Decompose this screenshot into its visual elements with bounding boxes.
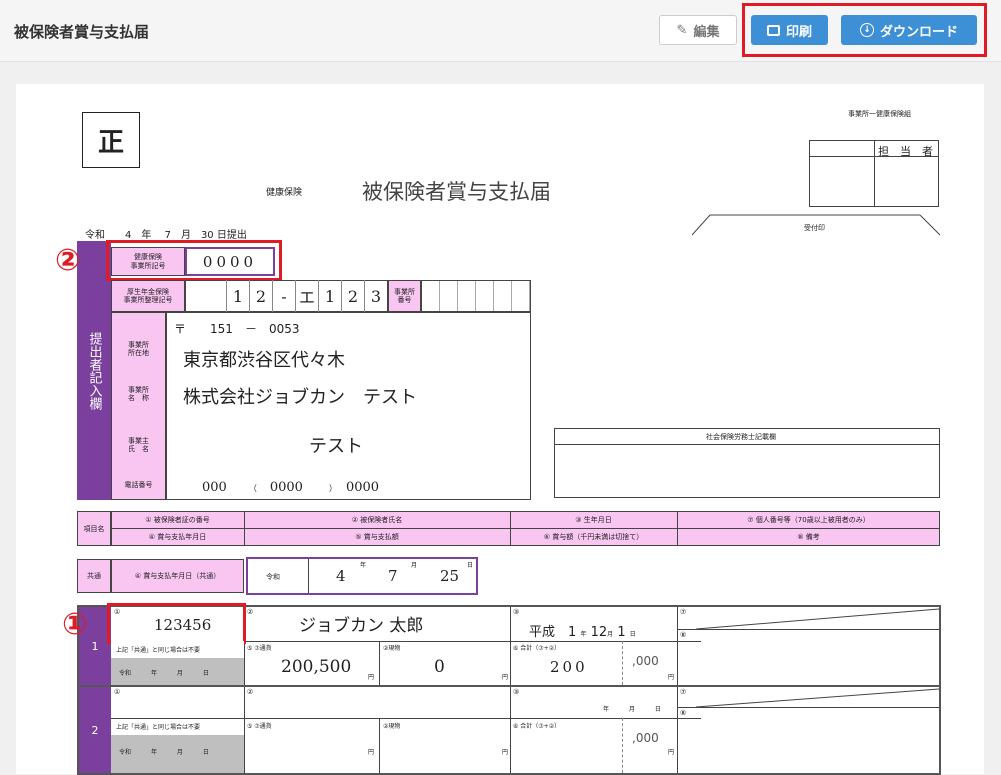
col-header-1: ① 被保険者証の番号 [145, 516, 210, 524]
postal-code: 〒 151 － 0053 [174, 322, 300, 336]
sharoushi-label: 社会保険労務士記載欄 [706, 433, 776, 441]
insured-name-1[interactable]: ジョブカン 太郎 [299, 611, 423, 636]
birth-date-1[interactable]: 平成 1 年 12月 1 日 [529, 621, 636, 640]
address-value[interactable]: 東京都渋谷区代々木 [183, 346, 345, 372]
pencil-icon: ✎ [676, 22, 688, 38]
col-header-5: ⑤ 賞与支払額 [355, 533, 399, 541]
company-name-label: 事業所 名 称 [128, 385, 149, 402]
phone-label: 電話番号 [124, 481, 153, 489]
address-label: 事業所 所在地 [128, 340, 149, 357]
phone-value[interactable]: 000 （ 0000 ） 0000 [202, 476, 379, 495]
col-header-8: ⑧ 備考 [797, 533, 820, 541]
page-title: 被保険者賞与支払届 [14, 23, 150, 41]
form-title: 被保険者賞与支払届 [362, 180, 551, 204]
bonus-cash-1[interactable]: 200,500 [281, 657, 351, 677]
kyoutsu-era: 令和 [266, 573, 280, 581]
submitter-side-label: 提出者記入欄 [86, 332, 102, 410]
owner-label: 事業主 氏 名 [128, 436, 149, 453]
company-name-value[interactable]: 株式会社ジョブカン テスト [183, 383, 417, 409]
highlight-box-office-code [106, 240, 282, 281]
koumoku-label: 項目名 [77, 511, 111, 546]
edit-button[interactable]: ✎ 編集 [659, 15, 737, 45]
col-header-2: ② 被保険者氏名 [351, 516, 403, 524]
bonus-kind-1[interactable]: 0 [434, 657, 445, 677]
uketsuke-label: 受付印 [804, 224, 825, 232]
office-number-label: 事業所 番号 [388, 280, 421, 312]
col-header-3: ③ 生年月日 [575, 516, 612, 524]
col-header-7: ⑦ 個人番号等（70歳以上被用者のみ） [747, 516, 870, 524]
kyoutsu-date-label: ④ 賞与支払年月日（共通） [111, 559, 244, 593]
sei-mark: 正 [82, 112, 140, 168]
kyoutsu-month: 7 [388, 567, 398, 585]
kenko-hoken-label: 健康保険 [266, 188, 303, 198]
callout-one: ① [62, 607, 88, 642]
bonus-total-1[interactable]: 200 [550, 658, 588, 676]
callout-two: ② [55, 243, 81, 278]
top-right-note: 事業所一健康保険組 [848, 110, 911, 118]
app-header: 被保険者賞与支払届 ✎ 編集 印刷 ↓ ダウンロード [0, 0, 1001, 62]
col-header-4: ④ 賞与支払年月日 [148, 533, 207, 541]
office-number-field[interactable] [421, 280, 531, 312]
submit-date: 令和 4 年 7 月 30 日提出 [85, 230, 247, 241]
highlight-box-insured-number [107, 603, 246, 644]
kyoutsu-label: 共通 [77, 559, 111, 593]
kyoutsu-year: 4 [336, 567, 346, 585]
kosei-label: 厚生年金保険 事業所整理記号 [111, 280, 185, 312]
owner-name-value[interactable]: テスト [309, 432, 363, 458]
col-header-6: ⑥ 賞与額（千円未満は切捨て） [543, 533, 644, 541]
form-paper: 正 事業所一健康保険組 担 当 者 健康保険 被保険者賞与支払届 受付印 令和 … [16, 84, 984, 775]
row-number-2: 2 [79, 687, 111, 773]
kosei-digits: 1 2 - エ 1 2 3 [226, 280, 387, 312]
highlight-box-actions [742, 3, 987, 57]
tantou-label: 担 当 者 [878, 145, 933, 158]
kyoutsu-day: 25 [440, 567, 460, 585]
